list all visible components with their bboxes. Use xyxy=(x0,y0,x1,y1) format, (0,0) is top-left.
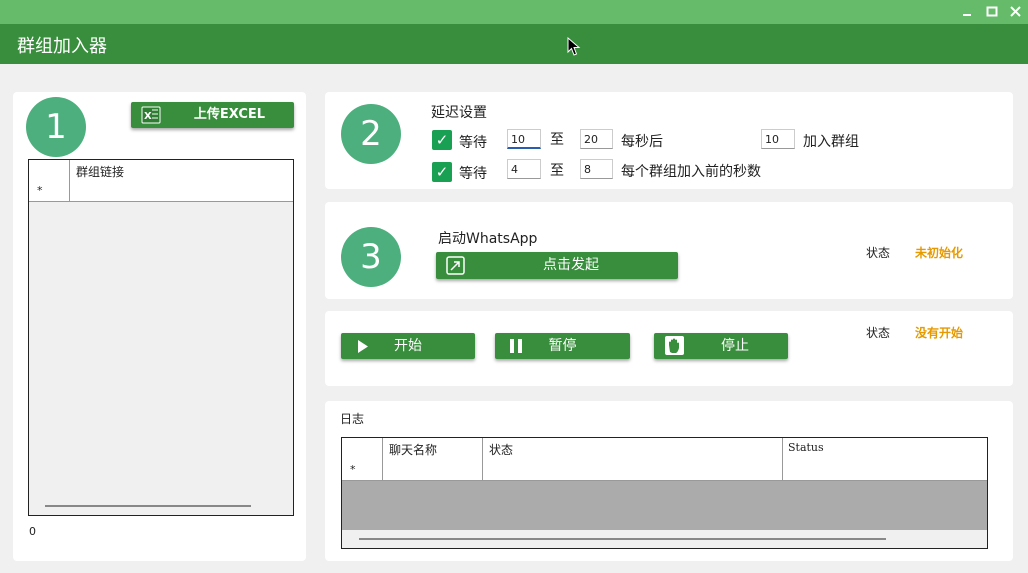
app-header: 群组加入器 xyxy=(0,24,1028,64)
stop-button[interactable]: 停止 xyxy=(654,333,788,359)
mouse-cursor-icon xyxy=(567,36,581,61)
upload-excel-button[interactable]: X 上传EXCEL xyxy=(131,102,294,128)
launch-status-label: 状态 xyxy=(866,246,891,260)
step-number-3: 3 xyxy=(341,227,401,287)
upload-panel: 1 X 上传EXCEL 群组链接 * 0 xyxy=(13,92,306,561)
seconds-before-join-label: 每个群组加入前的秒数 xyxy=(621,164,761,180)
delay-settings-title: 延迟设置 xyxy=(431,105,487,121)
wait-to-input-2[interactable]: 8 xyxy=(580,159,613,179)
run-status-label: 状态 xyxy=(866,326,891,340)
log-new-row-marker: * xyxy=(350,463,356,476)
wait-label-2: 等待 xyxy=(459,166,487,182)
horizontal-scrollbar[interactable] xyxy=(29,497,293,515)
start-button[interactable]: 开始 xyxy=(341,333,475,359)
per-seconds-label: 每秒后 xyxy=(621,134,663,150)
log-grid[interactable]: 聊天名称 状态 Status * xyxy=(341,437,988,549)
link-count: 0 xyxy=(29,525,36,538)
log-column-status-en[interactable]: Status xyxy=(788,441,824,454)
grid-header-group-link[interactable]: 群组链接 xyxy=(76,163,124,180)
wait-from-input-2[interactable]: 4 xyxy=(507,159,541,179)
log-title: 日志 xyxy=(340,412,365,426)
log-column-chat-name[interactable]: 聊天名称 xyxy=(389,441,437,458)
run-status-value: 没有开始 xyxy=(915,326,964,340)
wait-label-1: 等待 xyxy=(459,135,487,151)
start-label: 开始 xyxy=(394,338,422,354)
join-groups-label: 加入群组 xyxy=(803,134,859,150)
close-icon[interactable] xyxy=(1007,3,1025,21)
launch-whatsapp-title: 启动WhatsApp xyxy=(438,231,538,247)
launch-status-value: 未初始化 xyxy=(915,246,964,260)
new-row-marker: * xyxy=(37,184,43,197)
stop-label: 停止 xyxy=(721,338,749,354)
controls-panel: 开始 暂停 停止 状态 没有开始 xyxy=(325,311,1013,386)
log-new-row[interactable]: * xyxy=(342,458,987,481)
log-header-row: 聊天名称 状态 Status xyxy=(342,438,987,459)
grid-new-row[interactable]: * xyxy=(29,180,293,202)
to-label-1: 至 xyxy=(550,132,564,148)
minimize-icon[interactable] xyxy=(958,3,976,21)
log-column-status[interactable]: 状态 xyxy=(489,441,513,458)
pause-button[interactable]: 暂停 xyxy=(495,333,630,359)
wait-checkbox-2[interactable]: ✓ xyxy=(432,162,452,182)
window-titlebar xyxy=(0,0,1028,24)
launch-button[interactable]: 点击发起 xyxy=(436,252,678,279)
log-horizontal-scrollbar[interactable] xyxy=(342,530,987,548)
delay-settings-panel: 2 延迟设置 ✓ 等待 10 至 20 每秒后 10 加入群组 ✓ 等待 4 至… xyxy=(325,92,1013,189)
wait-checkbox-1[interactable]: ✓ xyxy=(432,130,452,150)
wait-from-input-1[interactable]: 10 xyxy=(507,129,541,149)
to-label-2: 至 xyxy=(550,163,564,179)
grid-header-row: 群组链接 xyxy=(29,160,293,181)
wait-to-input-1[interactable]: 20 xyxy=(580,129,613,149)
step-number-1: 1 xyxy=(26,97,86,157)
app-title: 群组加入器 xyxy=(17,36,107,57)
log-empty-area xyxy=(342,481,987,530)
group-links-grid[interactable]: 群组链接 * xyxy=(28,159,294,516)
pause-label: 暂停 xyxy=(548,338,577,354)
launch-panel: 3 启动WhatsApp 点击发起 状态 未初始化 xyxy=(325,202,1013,299)
log-panel: 日志 聊天名称 状态 Status * xyxy=(325,401,1013,561)
group-count-input[interactable]: 10 xyxy=(761,129,795,149)
maximize-icon[interactable] xyxy=(983,3,1001,21)
upload-excel-label: 上传EXCEL xyxy=(193,107,266,122)
step-number-2: 2 xyxy=(341,104,401,164)
launch-label: 点击发起 xyxy=(543,257,599,273)
